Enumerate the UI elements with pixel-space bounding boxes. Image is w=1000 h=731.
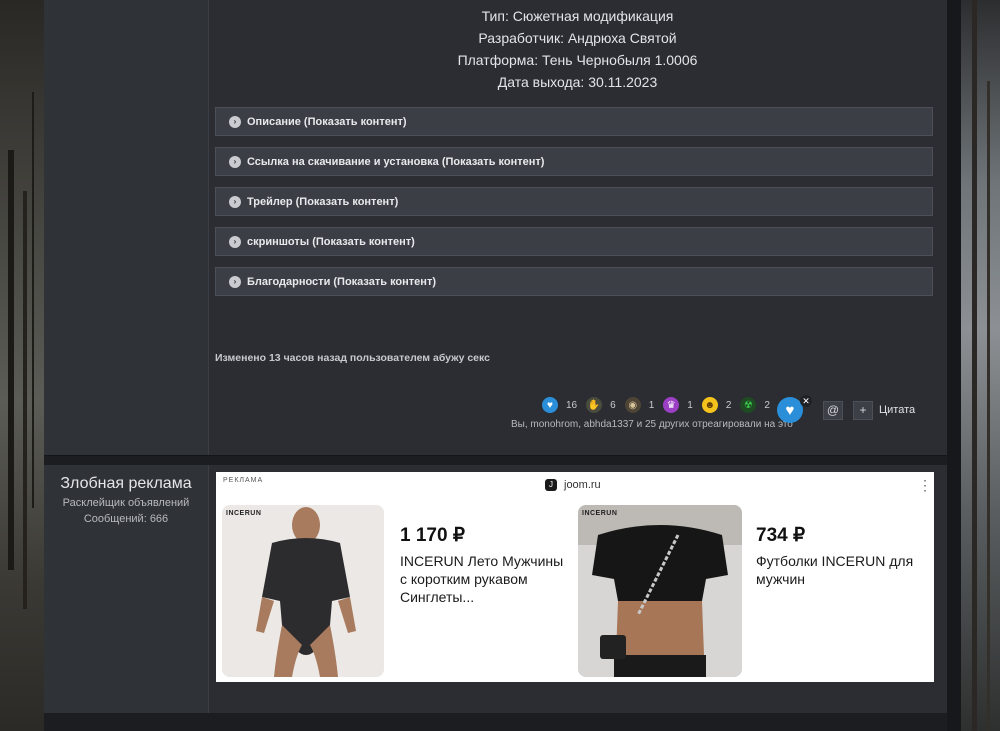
product-price[interactable]: 734 ₽ [756, 524, 805, 547]
reaction-count: 2 [725, 399, 732, 411]
ad-domain[interactable]: J joom.ru [545, 479, 601, 491]
reaction-laugh[interactable]: ☻ 2 [701, 397, 732, 413]
product-image[interactable]: INCERUN [222, 505, 384, 677]
chevron-right-icon: › [229, 115, 241, 128]
user-title: Расклейщик объявлений [62, 497, 190, 509]
spoiler-label: Благодарности (Показать контент) [247, 275, 436, 288]
reaction-radiation[interactable]: ☢ 2 [740, 397, 770, 413]
post-user-column [44, 0, 209, 455]
chevron-right-icon: › [229, 155, 241, 168]
spoiler-label: Описание (Показать контент) [247, 115, 407, 128]
reaction-count: 16 [566, 399, 578, 411]
brand-tag: INCERUN [226, 510, 262, 517]
ad-post: Злобная реклама Расклейщик объявлений Со… [44, 465, 947, 713]
advertisement[interactable]: РЕКЛАМА J joom.ru ⋮ INCERUN 1 170 ₽ INCE… [216, 472, 934, 682]
spoiler-trailer[interactable]: › Трейлер (Показать контент) [215, 187, 933, 216]
product-price[interactable]: 1 170 ₽ [400, 524, 465, 547]
tshirt-image [578, 505, 742, 677]
reaction-count: 6 [610, 399, 616, 411]
product-title[interactable]: Футболки INCERUN для мужчин [756, 552, 926, 588]
spoiler-label: скриншоты (Показать контент) [247, 235, 415, 248]
spoiler-label: Ссылка на скачивание и установка (Показа… [247, 155, 545, 168]
reaction-count: 1 [687, 399, 693, 411]
background-left [0, 0, 44, 731]
spoiler-label: Трейлер (Показать контент) [247, 195, 399, 208]
close-icon[interactable]: ✕ [800, 395, 812, 407]
product-title[interactable]: INCERUN Лето Мужчины с коротким рукавом … [400, 552, 570, 606]
message-count: Сообщений: 666 [83, 513, 169, 525]
thumbs-up-icon: ✋ [586, 397, 603, 413]
reaction-trophy[interactable]: ♛ 1 [663, 397, 693, 413]
username[interactable]: Злобная реклама [44, 475, 208, 493]
brand-tag: INCERUN [582, 510, 618, 517]
background-right [960, 0, 1000, 731]
mod-release-date: Дата выхода: 30.11.2023 [497, 74, 658, 90]
multiquote-button[interactable]: + [853, 401, 873, 420]
post-user-column: Злобная реклама Расклейщик объявлений Со… [44, 465, 209, 713]
reactions-bar: ♥ 16 ✋ 6 ◉ 1 ♛ 1 ☻ 2 ☢ 2 [542, 396, 779, 414]
eye-icon: ◉ [624, 397, 641, 413]
ad-domain-text: joom.ru [564, 479, 601, 491]
page-footer-strip [44, 713, 947, 731]
chevron-right-icon: › [229, 195, 241, 208]
reaction-count: 2 [764, 399, 770, 411]
laugh-icon: ☻ [701, 397, 718, 413]
reaction-thumbs-up[interactable]: ✋ 6 [586, 397, 616, 413]
quote-button[interactable]: Цитата [879, 404, 915, 416]
spoiler-screenshots[interactable]: › скриншоты (Показать контент) [215, 227, 933, 256]
joom-logo-icon: J [545, 479, 557, 491]
mod-type: Тип: Сюжетная модификация [481, 8, 674, 24]
frame-border [947, 0, 961, 731]
spoiler-description[interactable]: › Описание (Показать контент) [215, 107, 933, 136]
reaction-count: 1 [648, 399, 655, 411]
reaction-eye[interactable]: ◉ 1 [624, 397, 655, 413]
chevron-right-icon: › [229, 275, 241, 288]
mod-developer: Разработчик: Андрюха Святой [478, 30, 677, 46]
reacted-by-text[interactable]: Вы, monohrom, abhda1337 и 25 других отре… [511, 419, 793, 430]
edited-notice: Изменено 13 часов назад пользователем аб… [215, 352, 490, 364]
ad-label: РЕКЛАМА [223, 477, 264, 484]
chevron-right-icon: › [229, 235, 241, 248]
bodysuit-image [222, 505, 384, 677]
spoiler-thanks[interactable]: › Благодарности (Показать контент) [215, 267, 933, 296]
radiation-icon: ☢ [740, 397, 757, 413]
forum-post: Тип: Сюжетная модификация Разработчик: А… [44, 0, 947, 456]
product-image[interactable]: INCERUN [578, 505, 742, 677]
heart-icon: ♥ [542, 397, 558, 413]
mention-button[interactable]: @ [823, 401, 843, 420]
more-options-icon[interactable]: ⋮ [918, 477, 932, 494]
mod-info: Тип: Сюжетная модификация Разработчик: А… [208, 5, 947, 93]
reaction-heart[interactable]: ♥ 16 [542, 397, 577, 413]
spoiler-download[interactable]: › Ссылка на скачивание и установка (Пока… [215, 147, 933, 176]
trophy-icon: ♛ [663, 397, 680, 413]
mod-platform: Платформа: Тень Чернобыля 1.0006 [457, 52, 698, 68]
